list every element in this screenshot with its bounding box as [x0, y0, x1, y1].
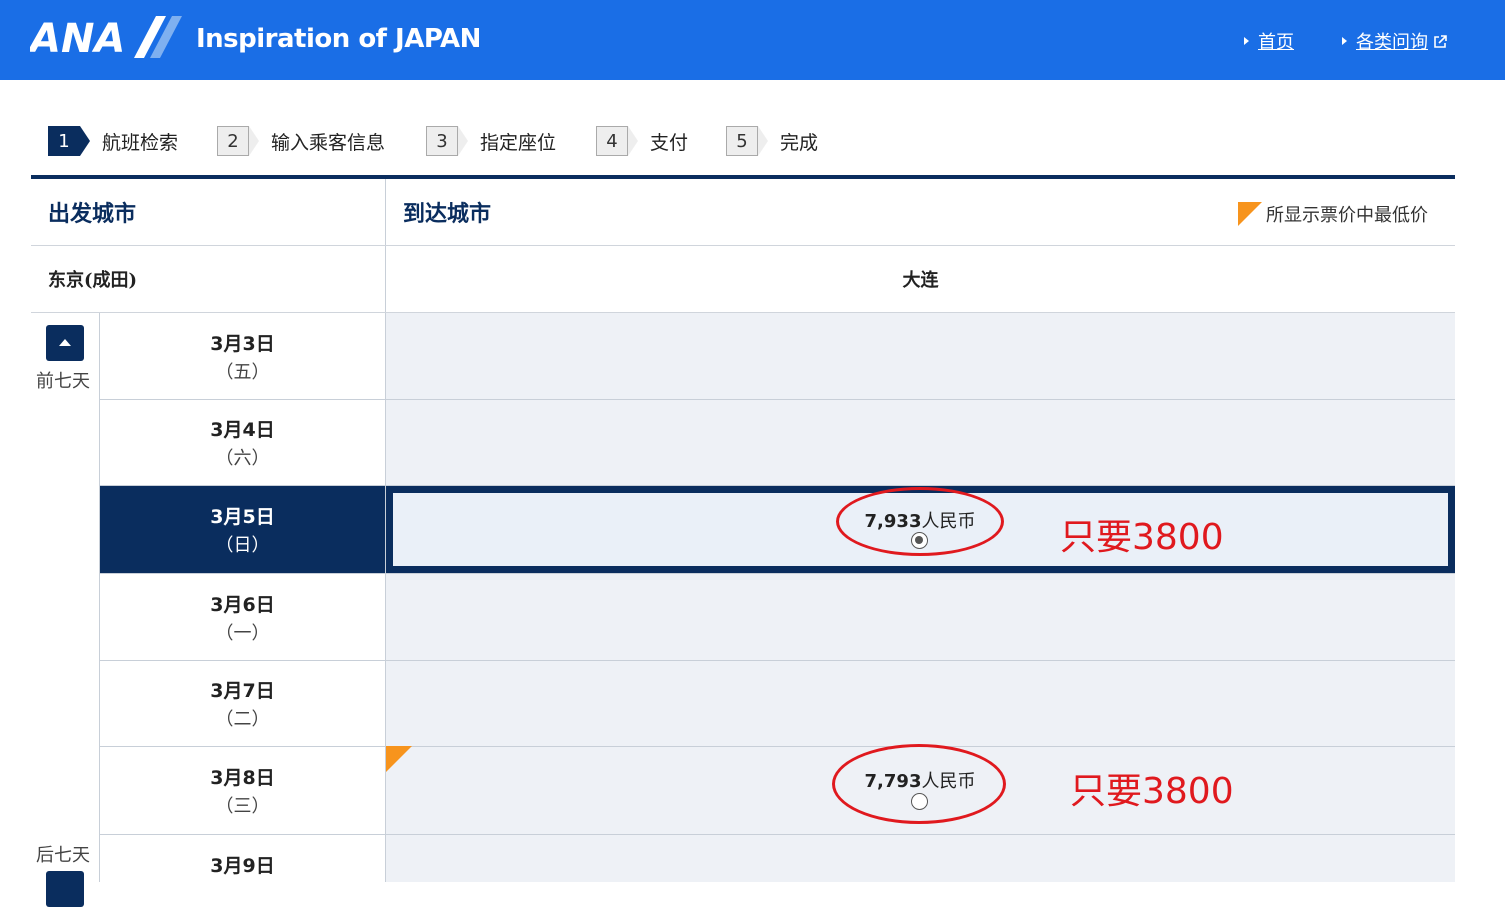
annotation-text: 只要3800 — [1070, 771, 1234, 812]
date-cell[interactable]: 3月3日 （五） — [100, 313, 385, 399]
external-link-icon — [1434, 35, 1447, 48]
triangle-right-icon — [1342, 37, 1347, 45]
annotation-ellipse — [832, 744, 1006, 824]
next-week-label: 后七天 — [36, 845, 90, 866]
step-label: 指定座位 — [480, 131, 557, 154]
step-1: 1 航班检索 — [48, 125, 178, 157]
step-label: 完成 — [780, 131, 819, 154]
weekday-text: （五） — [215, 361, 270, 383]
inquiry-link[interactable]: 各类问询 — [1342, 28, 1447, 54]
brand-tagline: Inspiration of JAPAN — [196, 24, 481, 54]
weekday-text: （六） — [215, 448, 270, 469]
step-number: 2 — [217, 126, 259, 156]
fare-cell — [386, 574, 1455, 660]
date-cell[interactable]: 3月9日 — [100, 835, 385, 882]
caret-up-icon — [59, 339, 71, 346]
step-number: 4 — [596, 126, 638, 156]
date-text: 3月4日 — [210, 419, 275, 441]
lowest-fare-flag-icon — [386, 746, 412, 772]
triangle-right-icon — [1244, 37, 1249, 45]
step-4: 4 支付 — [596, 125, 688, 157]
date-cell[interactable]: 3月6日 （一） — [100, 574, 385, 660]
step-label: 支付 — [650, 131, 689, 154]
fare-cell — [386, 835, 1455, 882]
home-link-label[interactable]: 首页 — [1258, 32, 1294, 53]
destination-city: 大连 — [902, 270, 939, 291]
weekday-text: （日） — [215, 535, 270, 556]
date-text: 3月8日 — [210, 767, 275, 789]
annotation-text: 只要3800 — [1060, 517, 1224, 558]
date-text: 3月5日 — [210, 506, 275, 528]
lowest-fare-flag-icon — [1238, 202, 1262, 226]
date-text: 3月9日 — [210, 855, 275, 877]
step-label: 输入乘客信息 — [271, 131, 386, 154]
date-text: 3月6日 — [210, 593, 275, 616]
svg-text:ANA: ANA — [30, 16, 125, 60]
next-week-button[interactable] — [46, 871, 84, 907]
step-2: 2 输入乘客信息 — [217, 125, 385, 157]
step-number: 5 — [726, 126, 768, 156]
step-5: 5 完成 — [726, 125, 818, 157]
weekday-text: （三） — [215, 796, 270, 817]
date-cell-selected[interactable]: 3月5日 （日） — [100, 486, 385, 573]
prev-week-button[interactable] — [46, 325, 84, 361]
step-label: 航班检索 — [102, 131, 179, 154]
home-link[interactable]: 首页 — [1244, 28, 1294, 54]
site-header: ANA Inspiration of JAPAN 首页 各类问询 — [0, 0, 1505, 80]
date-cell[interactable]: 3月8日 （三） — [100, 747, 385, 834]
step-number: 1 — [48, 126, 90, 156]
origin-city: 东京(成田) — [48, 270, 138, 291]
date-text: 3月7日 — [210, 680, 275, 702]
date-text: 3月3日 — [210, 332, 275, 355]
origin-header: 出发城市 — [48, 201, 137, 227]
step-3: 3 指定座位 — [426, 125, 556, 157]
destination-header: 到达城市 — [403, 201, 492, 227]
step-number: 3 — [426, 126, 468, 156]
table-top-border — [31, 175, 1455, 179]
lowest-fare-legend: 所显示票价中最低价 — [1238, 201, 1428, 227]
legend-label: 所显示票价中最低价 — [1266, 205, 1428, 226]
date-cell[interactable]: 3月4日 （六） — [100, 400, 385, 485]
date-cell[interactable]: 3月7日 （二） — [100, 661, 385, 746]
weekday-text: （二） — [215, 709, 270, 730]
ana-logo[interactable]: ANA — [30, 14, 190, 60]
fare-cell — [386, 313, 1455, 399]
inquiry-link-label[interactable]: 各类问询 — [1356, 32, 1428, 53]
prev-week-label: 前七天 — [36, 371, 90, 392]
fare-cell — [386, 400, 1455, 485]
weekday-text: （一） — [215, 622, 270, 644]
fare-cell — [386, 661, 1455, 746]
annotation-ellipse — [836, 487, 1004, 556]
